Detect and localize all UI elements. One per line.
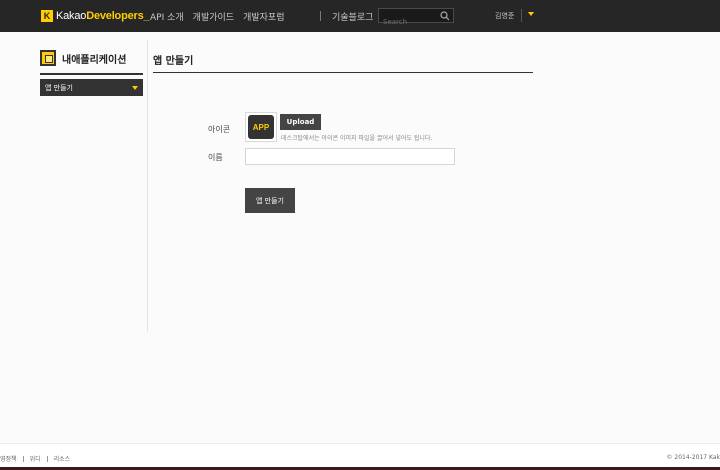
sidebar-title-label: 내애플리케이션 [62, 54, 127, 66]
app-name-input[interactable] [245, 148, 455, 165]
page-title: 앱 만들기 [153, 56, 194, 67]
my-apps-icon [40, 50, 56, 66]
nav-api-intro[interactable]: API 소개 [150, 10, 184, 23]
footer-sep [46, 455, 48, 462]
icon-field-label: 아이콘 [208, 125, 231, 134]
upload-button[interactable]: Upload [280, 114, 321, 130]
app-icon-preview: APP [245, 112, 277, 142]
main-nav: API 소개 개발가이드 개발자포럼 [150, 10, 284, 23]
user-divider [521, 9, 522, 22]
user-name[interactable]: 김영준 [495, 11, 514, 21]
title-rule [153, 72, 533, 73]
footer-links: 영정책 위디 리소스 [0, 454, 70, 463]
nav-tech-blog[interactable]: 기술블로그 [332, 10, 373, 23]
app-selector-label: 앱 만들기 [45, 84, 73, 92]
create-app-button[interactable]: 앱 만들기 [245, 188, 295, 213]
logo-kakao-text: Kakao [56, 10, 87, 22]
name-field-label: 이름 [208, 153, 223, 162]
logo-developers-text: Developers_ [86, 10, 150, 22]
search-box [378, 8, 454, 29]
search-input[interactable] [379, 15, 437, 29]
sidebar-rule [40, 73, 143, 75]
nav-dev-guide[interactable]: 개발가이드 [193, 10, 234, 23]
copyright: © 2014-2017 Kak [666, 454, 720, 461]
kakao-k-icon: K [41, 10, 53, 22]
footer-link-policy[interactable]: 영정책 [0, 454, 17, 463]
kakao-developers-logo[interactable]: K KakaoDevelopers_ [41, 9, 150, 23]
sidebar-divider [147, 40, 148, 332]
nav-dev-forum[interactable]: 개발자포럼 [243, 10, 284, 23]
upload-hint: 데스크탑에서는 아이콘 이미지 파일을 끌어서 넣어도 됩니다. [281, 135, 433, 142]
sidebar-title: 내애플리케이션 [40, 50, 126, 66]
app-selector-dropdown[interactable]: 앱 만들기 [40, 79, 143, 96]
search-icon[interactable] [440, 11, 450, 21]
footer: 영정책 위디 리소스 © 2014-2017 Kak [0, 443, 720, 470]
footer-sep [22, 455, 24, 462]
user-menu-caret-icon[interactable] [528, 12, 534, 16]
nav-divider [320, 11, 321, 21]
logo-text: KakaoDevelopers_ [56, 10, 150, 22]
chevron-down-icon [132, 86, 138, 90]
app-icon-placeholder: APP [248, 115, 274, 139]
footer-link-resources[interactable]: 리소스 [54, 454, 71, 463]
footer-link-wiki[interactable]: 위디 [30, 454, 41, 463]
top-header: K KakaoDevelopers_ API 소개 개발가이드 개발자포럼 기술… [0, 0, 720, 32]
